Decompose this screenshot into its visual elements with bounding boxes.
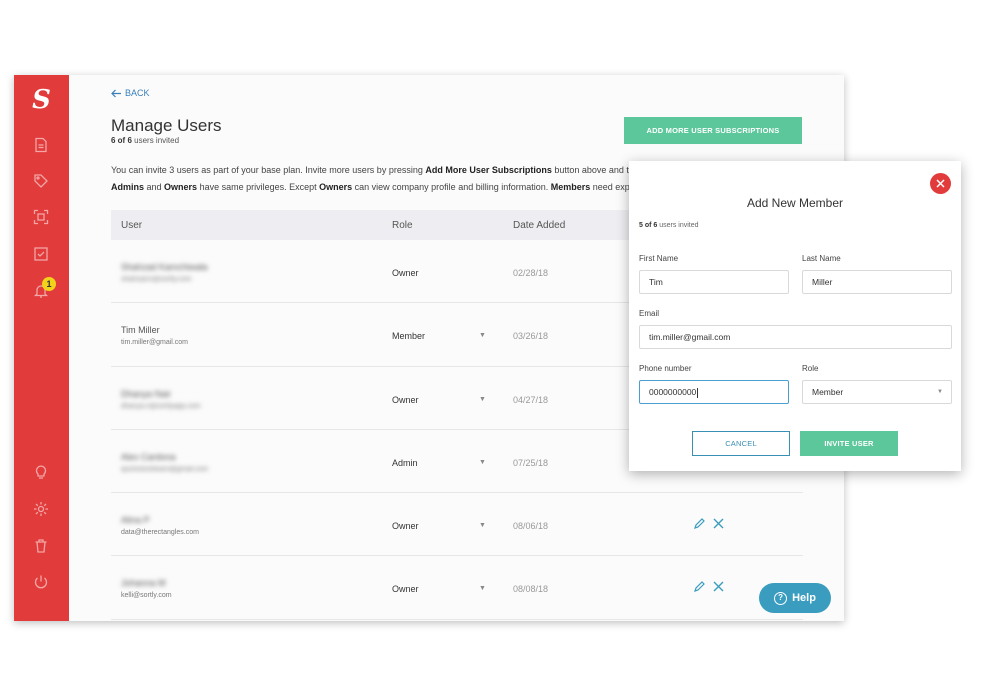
- table-row: Johanna M kelli@sortly.com Owner ▼ 08/08/18: [111, 556, 803, 620]
- header-date-added: Date Added: [513, 219, 566, 231]
- chevron-down-icon: ▼: [937, 389, 943, 395]
- header-role: Role: [392, 219, 413, 231]
- gear-icon[interactable]: [33, 501, 49, 517]
- first-name-label: First Name: [639, 254, 679, 263]
- cancel-button[interactable]: CANCEL: [692, 431, 790, 456]
- user-name: Dhanya Nair: [121, 388, 172, 399]
- add-member-modal: Add New Member 5 of 6 users invited Firs…: [629, 161, 961, 471]
- user-email: data@therectangles.com: [121, 529, 199, 537]
- users-invited-count: 6 of 6 users invited: [111, 136, 180, 145]
- email-field[interactable]: tim.miller@gmail.com: [639, 325, 952, 349]
- document-icon[interactable]: [33, 137, 49, 153]
- delete-icon[interactable]: [712, 580, 725, 593]
- date-added: 03/26/18: [513, 331, 549, 342]
- user-name: Alex Cardona: [121, 451, 176, 462]
- last-name-label: Last Name: [802, 254, 841, 263]
- edit-icon[interactable]: [693, 580, 706, 593]
- role-dropdown-icon[interactable]: ▼: [479, 585, 486, 592]
- help-label: Help: [792, 592, 816, 604]
- user-role[interactable]: Admin: [392, 458, 418, 468]
- row-actions: [693, 517, 725, 530]
- role-dropdown-icon[interactable]: ▼: [479, 396, 486, 403]
- edit-icon[interactable]: [693, 517, 706, 530]
- user-role[interactable]: Owner: [392, 395, 419, 405]
- arrow-left-icon: [111, 89, 121, 97]
- user-role: Owner: [392, 268, 419, 278]
- user-role[interactable]: Owner: [392, 521, 419, 531]
- back-label: BACK: [125, 88, 150, 98]
- invite-user-button[interactable]: INVITE USER: [800, 431, 898, 456]
- phone-field[interactable]: 0000000000: [639, 380, 789, 404]
- add-subscriptions-button[interactable]: ADD MORE USER SUBSCRIPTIONS: [624, 117, 802, 144]
- header-user: User: [121, 219, 143, 231]
- first-name-field[interactable]: Tim: [639, 270, 789, 294]
- date-added: 08/08/18: [513, 584, 549, 595]
- power-icon[interactable]: [33, 574, 49, 590]
- role-dropdown-icon[interactable]: ▼: [479, 332, 486, 339]
- modal-users-invited-count: 5 of 6 users invited: [639, 222, 699, 229]
- close-icon[interactable]: [930, 173, 951, 194]
- checklist-icon[interactable]: [33, 246, 49, 262]
- role-label: Role: [802, 364, 819, 373]
- sortly-logo[interactable]: S: [14, 85, 69, 115]
- role-dropdown-icon[interactable]: ▼: [479, 459, 486, 466]
- notification-badge: 1: [42, 277, 56, 291]
- info-text-line-2: Admins and Owners have same privileges. …: [111, 182, 639, 192]
- date-added: 07/25/18: [513, 457, 549, 468]
- help-button[interactable]: ? Help: [759, 583, 831, 613]
- user-role[interactable]: Member: [392, 331, 425, 341]
- date-added: 04/27/18: [513, 394, 549, 405]
- info-text-line-1: You can invite 3 users as part of your b…: [111, 165, 634, 175]
- role-select[interactable]: Member ▼: [802, 380, 952, 404]
- table-row: Alina P data@therectangles.com Owner ▼ 08/06…: [111, 493, 803, 557]
- back-link[interactable]: BACK: [111, 88, 150, 98]
- trash-icon[interactable]: [33, 538, 49, 554]
- modal-title: Add New Member: [746, 196, 844, 210]
- user-name: Johanna M: [121, 578, 166, 589]
- sidebar: S 1: [14, 75, 69, 621]
- row-actions: [693, 580, 725, 593]
- user-email: dhanya.n@sortlyapp.com: [121, 402, 201, 410]
- help-icon: ?: [774, 591, 788, 605]
- delete-icon[interactable]: [712, 517, 725, 530]
- email-label: Email: [639, 309, 660, 318]
- date-added: 02/28/18: [513, 268, 549, 278]
- phone-label: Phone number: [639, 364, 692, 373]
- user-name: Tim Miller: [121, 325, 160, 336]
- user-email: shahzad.k@sortly.com: [121, 276, 192, 283]
- page-title: Manage Users: [111, 116, 222, 135]
- lightbulb-icon[interactable]: [33, 464, 49, 480]
- date-added: 08/06/18: [513, 521, 549, 532]
- scan-icon[interactable]: [33, 209, 49, 225]
- user-email: tim.miller@gmail.com: [121, 339, 188, 347]
- user-email: quickstockteam@gmail.com: [121, 465, 209, 473]
- role-dropdown-icon[interactable]: ▼: [479, 522, 486, 529]
- last-name-field[interactable]: Miller: [802, 270, 952, 294]
- user-email: kelli@sortly.com: [121, 592, 172, 600]
- tag-icon[interactable]: [33, 173, 49, 189]
- user-name: Shahzad Kamchiwala: [121, 262, 208, 272]
- user-role[interactable]: Owner: [392, 584, 419, 594]
- user-name: Alina P: [121, 515, 150, 526]
